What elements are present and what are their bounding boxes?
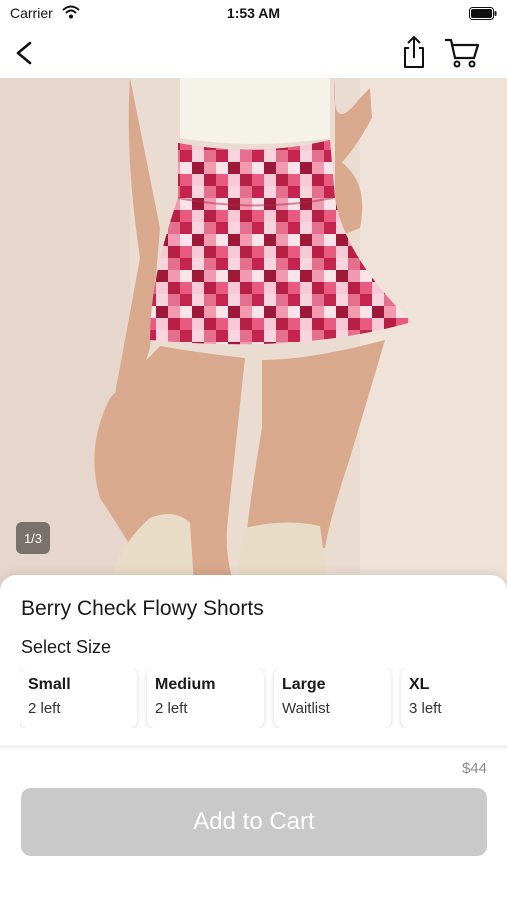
cart-button[interactable]: [443, 36, 481, 70]
size-option-medium[interactable]: Medium 2 left: [147, 668, 264, 728]
size-stock: 2 left: [28, 700, 61, 717]
size-stock: 3 left: [409, 700, 442, 717]
battery-icon: [469, 7, 497, 20]
size-name: Medium: [155, 676, 216, 693]
size-name: XL: [409, 676, 430, 693]
size-name: Small: [28, 676, 71, 693]
size-option-xl[interactable]: XL 3 left: [401, 668, 507, 728]
product-photo: [0, 78, 507, 600]
product-title: Berry Check Flowy Shorts: [21, 597, 264, 620]
product-image[interactable]: 1/3: [0, 78, 507, 600]
divider: [0, 745, 507, 748]
size-stock: Waitlist: [282, 700, 330, 717]
share-icon: [404, 36, 424, 68]
image-counter: 1/3: [16, 522, 50, 554]
price: $44: [461, 760, 487, 777]
nav-bar: [0, 28, 507, 78]
add-to-cart-button[interactable]: Add to Cart: [21, 788, 487, 856]
size-option-small[interactable]: Small 2 left: [20, 668, 137, 728]
back-button[interactable]: [10, 36, 40, 70]
share-button[interactable]: [398, 34, 430, 70]
product-detail-sheet: Berry Check Flowy Shorts Select Size Sma…: [0, 575, 507, 900]
select-size-heading: Select Size: [21, 637, 112, 657]
size-option-large[interactable]: Large Waitlist: [274, 668, 391, 728]
status-bar: Carrier 1:53 AM: [0, 0, 507, 28]
status-time: 1:53 AM: [226, 5, 281, 21]
size-name: Large: [282, 676, 326, 693]
size-options: Small 2 left Medium 2 left Large Waitlis…: [20, 668, 507, 728]
chevron-left-icon: [16, 41, 32, 65]
size-stock: 2 left: [155, 700, 188, 717]
cart-icon: [445, 38, 480, 68]
